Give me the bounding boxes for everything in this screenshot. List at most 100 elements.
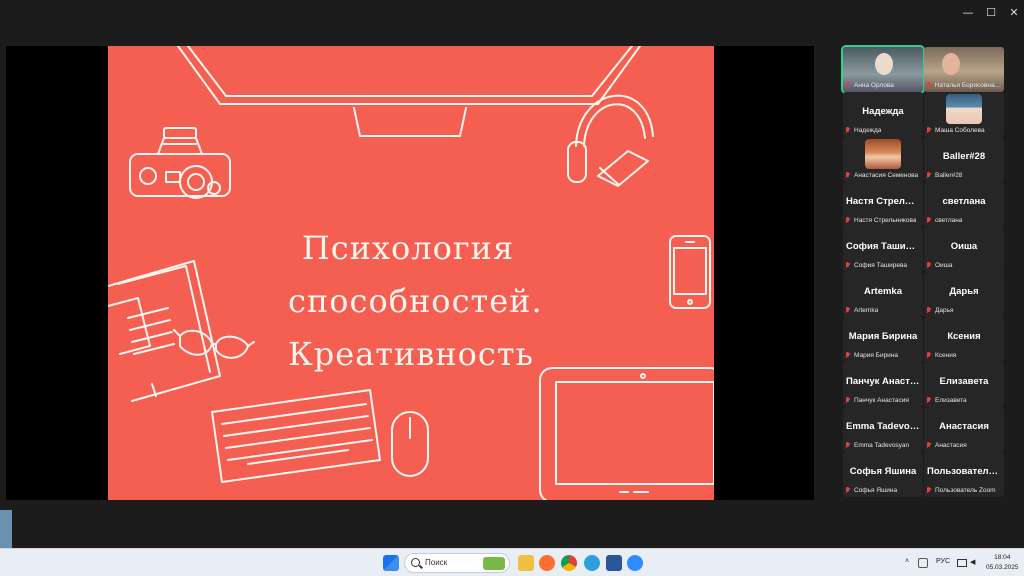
participant-name: Baller#28: [942, 151, 986, 162]
muted-mic-icon: [845, 307, 851, 314]
avatar: [865, 139, 901, 169]
muted-mic-icon: [845, 352, 851, 359]
participant-tile[interactable]: Оиша Оиша: [924, 227, 1004, 272]
participant-tile[interactable]: Настя Стрельн... Настя Стрельникова: [843, 182, 923, 227]
participant-label: Надежда: [845, 127, 881, 134]
muted-mic-icon: [845, 487, 851, 494]
muted-mic-icon: [926, 397, 932, 404]
muted-mic-icon: [845, 127, 851, 134]
participant-label: Emma Tadevosyan: [845, 442, 909, 449]
taskbar-clock[interactable]: 18:04 05.03.2025: [986, 553, 1019, 573]
participant-name: Мария Бирина: [848, 331, 918, 342]
muted-mic-icon: [926, 172, 932, 179]
participant-tile[interactable]: Наталья Борисовна Л...: [924, 47, 1004, 92]
participant-label-text: Мария Бирина: [854, 352, 899, 359]
zoom-window: — ☐ ✕ Психология способностей. Креативно…: [0, 0, 1024, 548]
participant-label-text: Анна Орлова: [854, 82, 894, 89]
search-highlight-icon: [483, 557, 505, 570]
zoom-icon[interactable]: [627, 555, 643, 571]
notebook-drawing: [108, 260, 221, 402]
participant-tile[interactable]: светлана светлана: [924, 182, 1004, 227]
volume-icon[interactable]: ◀: [970, 558, 975, 566]
participant-label: Софья Яшина: [845, 487, 897, 494]
participant-name: София Таширева: [846, 241, 923, 252]
desktop-background: [0, 510, 12, 548]
participant-tile[interactable]: Панчук Анаста... Панчук Анастасия: [843, 362, 923, 407]
edge-icon[interactable]: [584, 555, 600, 571]
participant-label: Дарья: [926, 307, 954, 314]
participant-label: Наталья Борисовна Л...: [926, 82, 1002, 89]
muted-mic-icon: [845, 442, 851, 449]
participant-name: Artemka: [863, 286, 903, 297]
muted-mic-icon: [845, 262, 851, 269]
participant-name: светлана: [942, 196, 986, 207]
participant-label: София Таширева: [845, 262, 907, 269]
muted-mic-icon: [926, 442, 932, 449]
participant-label-text: Софья Яшина: [854, 487, 898, 494]
participant-label-text: Baller#28: [935, 172, 963, 179]
minimize-button[interactable]: —: [956, 4, 980, 22]
chevron-up-icon[interactable]: ˄: [905, 558, 909, 565]
monitor-drawing: [177, 46, 641, 137]
participant-label-text: Елизавета: [935, 397, 967, 404]
chrome-icon[interactable]: [561, 555, 577, 571]
participant-label-text: светлана: [935, 217, 963, 224]
participant-name: Елизавета: [939, 376, 989, 387]
close-button[interactable]: ✕: [1002, 4, 1024, 22]
participant-tile[interactable]: Artemka Artemka: [843, 272, 923, 317]
maximize-button[interactable]: ☐: [979, 4, 1003, 22]
participant-name: Ксения: [947, 331, 981, 342]
muted-mic-icon: [845, 172, 851, 179]
muted-mic-icon: [926, 82, 932, 89]
windows-start-icon[interactable]: [383, 555, 399, 571]
participant-label: Мария Бирина: [845, 352, 898, 359]
firefox-icon[interactable]: [539, 555, 555, 571]
participant-label: Елизавета: [926, 397, 967, 404]
participant-label-text: Настя Стрельникова: [854, 217, 917, 224]
participant-tile[interactable]: Emma Tadevosy... Emma Tadevosyan: [843, 407, 923, 452]
participant-tile[interactable]: Дарья Дарья: [924, 272, 1004, 317]
participant-label-text: Анастасия Семенова: [854, 172, 919, 179]
search-icon: [411, 558, 420, 567]
participant-tile[interactable]: Ксения Ксения: [924, 317, 1004, 362]
participant-label: Настя Стрельникова: [845, 217, 916, 224]
tray-app-icon[interactable]: [918, 558, 928, 568]
participant-label-text: Анастасия: [935, 442, 967, 449]
taskbar-search-input[interactable]: Поиск: [404, 553, 510, 573]
participant-tile[interactable]: Пользователь... Пользователь Zoom: [924, 452, 1004, 497]
presentation-slide: Психология способностей. Креативность: [108, 46, 714, 500]
muted-mic-icon: [926, 352, 932, 359]
participant-tile[interactable]: Анна Орлова: [841, 45, 925, 94]
participant-face: [942, 53, 960, 75]
participant-tile[interactable]: Маша Соболева: [924, 92, 1004, 137]
participant-name: Дарья: [949, 286, 979, 297]
clock-time: 18:04: [994, 554, 1011, 561]
muted-mic-icon: [926, 217, 932, 224]
participant-tile[interactable]: Елизавета Елизавета: [924, 362, 1004, 407]
participant-tile[interactable]: Анастасия Анастасия: [924, 407, 1004, 452]
participant-tile[interactable]: София Таширева София Таширева: [843, 227, 923, 272]
mouse-drawing: [391, 411, 429, 477]
participant-tile[interactable]: Анастасия Семенова: [843, 137, 923, 182]
participant-label: Анастасия Семенова: [845, 172, 918, 179]
participant-tile[interactable]: Мария Бирина Мария Бирина: [843, 317, 923, 362]
slide-title: Психология способностей. Креативность: [288, 222, 542, 381]
word-icon[interactable]: [606, 555, 622, 571]
participant-label-text: Оиша: [935, 262, 953, 269]
windows-taskbar: Поиск ˄ РУС ◀ 18:04 05.03.2025: [0, 548, 1024, 576]
muted-mic-icon: [926, 307, 932, 314]
participant-label-text: Пользователь Zoom: [935, 487, 996, 494]
participant-tile[interactable]: Софья Яшина Софья Яшина: [843, 452, 923, 497]
participant-tile[interactable]: Baller#28 Baller#28: [924, 137, 1004, 182]
language-indicator[interactable]: РУС: [936, 558, 950, 565]
participant-label: Панчук Анастасия: [845, 397, 909, 404]
participant-tile[interactable]: Надежда Надежда: [843, 92, 923, 137]
participant-label-text: Надежда: [854, 127, 882, 134]
muted-mic-icon: [926, 262, 932, 269]
network-icon[interactable]: [957, 559, 967, 567]
participant-name: Оиша: [950, 241, 978, 252]
participant-gallery: Анна Орлова Наталья Борисовна Л... Надежда…: [841, 45, 1005, 499]
headphones-drawing: [567, 94, 654, 187]
file-explorer-icon[interactable]: [518, 555, 534, 571]
participant-name: Пользователь...: [927, 466, 1003, 477]
